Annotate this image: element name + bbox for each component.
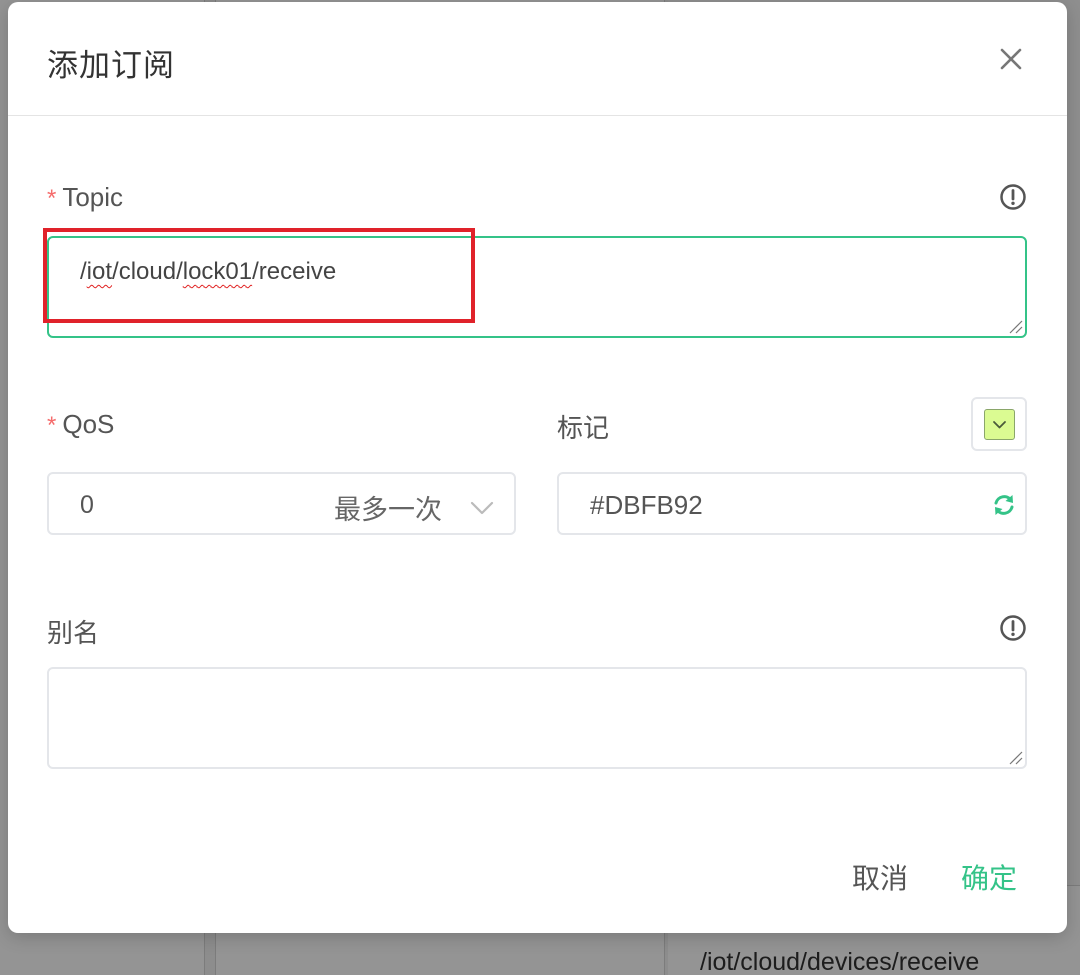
qos-value: 0: [80, 491, 94, 519]
chevron-down-icon: [470, 501, 494, 515]
cancel-button[interactable]: 取消: [852, 857, 908, 897]
topic-label: * Topic: [47, 182, 123, 213]
color-value: #DBFB92: [590, 490, 703, 520]
info-circle-icon[interactable]: [999, 614, 1027, 642]
dialog-header: 添加订阅: [8, 2, 1067, 116]
resize-grip-icon[interactable]: [1007, 749, 1023, 765]
dialog-title: 添加订阅: [47, 48, 175, 84]
required-mark: *: [47, 185, 57, 212]
alias-label: 别名: [47, 619, 100, 649]
topic-value: /iot/cloud/lock01/receive: [80, 258, 337, 285]
color-input[interactable]: #DBFB92: [557, 472, 1027, 535]
qos-label: * QoS: [47, 409, 114, 440]
alias-textarea[interactable]: [47, 667, 1027, 769]
qos-label-text: QoS: [62, 409, 115, 439]
chevron-down-icon: [993, 421, 1006, 429]
qos-description: 最多一次: [334, 495, 442, 526]
confirm-button[interactable]: 确定: [961, 857, 1017, 897]
info-circle-icon[interactable]: [999, 183, 1027, 211]
refresh-icon[interactable]: [991, 492, 1017, 518]
resize-grip-icon[interactable]: [1007, 318, 1023, 334]
color-label: 标记: [557, 414, 610, 444]
required-mark: *: [47, 412, 57, 439]
color-picker-trigger[interactable]: [971, 397, 1027, 451]
topic-textarea[interactable]: /iot/cloud/lock01/receive: [47, 236, 1027, 338]
qos-select[interactable]: 0 最多一次: [47, 472, 516, 535]
color-swatch: [984, 409, 1015, 440]
add-subscription-dialog: 添加订阅 * Topic /iot/cloud/lock01/receive * Q…: [8, 2, 1067, 933]
close-button[interactable]: [996, 44, 1026, 74]
topic-label-text: Topic: [62, 182, 124, 212]
close-icon: [1000, 48, 1022, 70]
